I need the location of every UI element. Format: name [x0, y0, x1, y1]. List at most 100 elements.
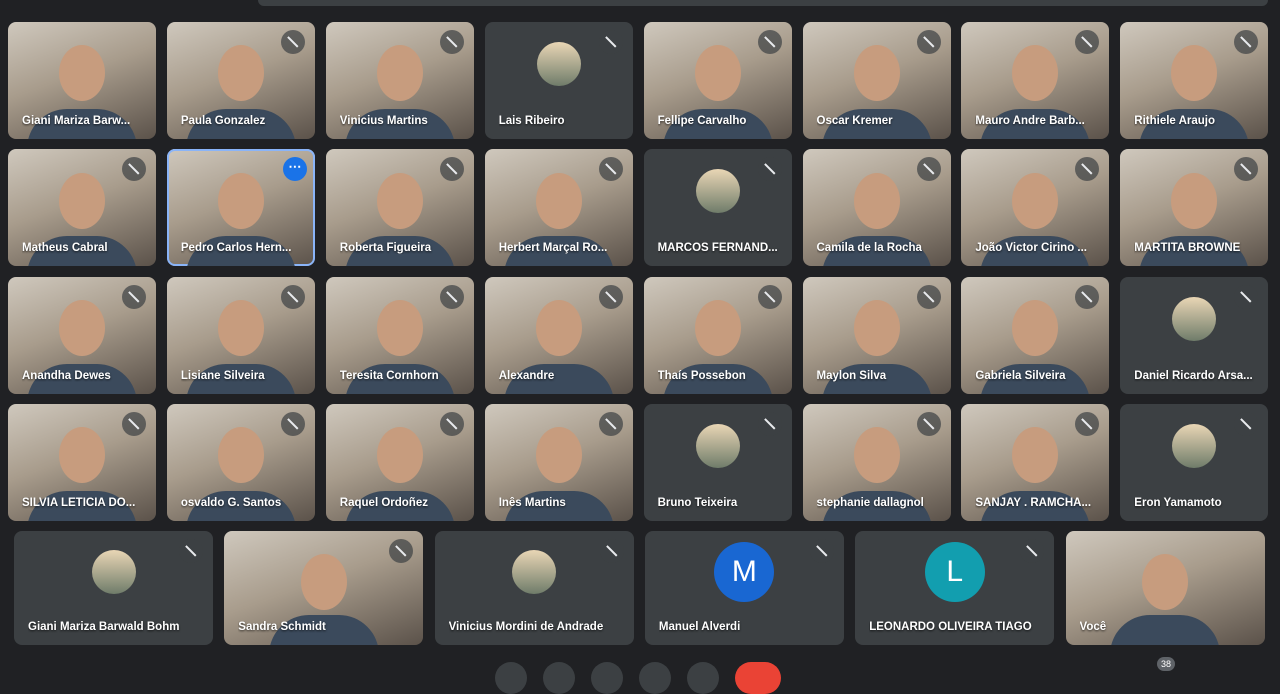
participant-tile[interactable]: Eron Yamamoto — [1120, 403, 1269, 521]
mic-off-icon — [757, 411, 782, 436]
participant-tile[interactable]: stephanie dallagnol — [802, 403, 951, 521]
participant-tile[interactable]: Giani Mariza Barwald Bohm — [14, 531, 213, 645]
participant-name: Lisiane Silveira — [180, 369, 265, 382]
mic-off-icon — [439, 411, 464, 436]
participant-tile[interactable]: Maylon Silva — [802, 276, 951, 394]
mic-off-icon — [598, 284, 623, 309]
mic-off-icon — [1234, 157, 1259, 182]
participant-name: Raquel Ordoñez — [339, 496, 428, 509]
participant-face — [853, 172, 900, 229]
participant-name: osvaldo G. Santos — [180, 496, 282, 509]
participant-tile[interactable]: SILVIA LETICIA DO... — [8, 403, 156, 521]
participant-name: Giani Mariza Barwald Bohm — [28, 621, 180, 633]
participant-name: Você — [1079, 621, 1107, 633]
participant-face — [1171, 172, 1218, 229]
mic-off-icon — [757, 157, 782, 182]
participant-tile[interactable]: Camila de la Rocha — [802, 149, 951, 267]
participant-face — [376, 299, 423, 356]
participant-tile[interactable]: Herbert Marçal Ro... — [484, 149, 633, 267]
participant-name: Pedro Carlos Hern... — [180, 242, 292, 255]
participant-name: Alexandre — [498, 369, 555, 382]
participant-tile[interactable]: Gabriela Silveira — [961, 276, 1110, 394]
participant-tile[interactable]: Teresita Cornhorn — [325, 276, 474, 394]
end-call-button[interactable] — [735, 662, 781, 694]
participant-tile[interactable]: Mauro Andre Barb... — [961, 22, 1110, 139]
participant-tile[interactable]: osvaldo G. Santos — [166, 403, 315, 521]
more-options-icon[interactable]: ⋯ — [282, 157, 307, 182]
participant-tile[interactable]: ⋯ Pedro Carlos Hern... — [166, 149, 315, 267]
captions-button[interactable] — [591, 662, 623, 694]
participant-count-badge[interactable]: 38 — [1157, 657, 1175, 671]
participant-tile[interactable]: M Manuel Alverdi — [644, 531, 844, 645]
mic-off-icon — [598, 411, 623, 436]
participant-tile[interactable]: Vinicius Martins — [325, 22, 474, 139]
participant-name: Thaís Possebon — [657, 369, 746, 382]
avatar — [512, 550, 557, 595]
participant-tile[interactable]: SANJAY . RAMCHA... — [961, 403, 1110, 521]
participant-face — [59, 299, 105, 356]
participant-tile[interactable]: Roberta Figueira — [325, 149, 474, 267]
participant-face — [853, 427, 900, 484]
participant-tile[interactable]: Anandha Dewes — [8, 276, 156, 394]
mic-button[interactable] — [495, 662, 527, 694]
participant-tile[interactable]: Raquel Ordoñez — [325, 403, 474, 521]
participant-tile[interactable]: Inês Martins — [484, 403, 633, 521]
participant-tile[interactable]: Matheus Cabral — [8, 149, 156, 267]
mic-off-icon — [389, 539, 414, 563]
participant-tile[interactable]: MARTITA BROWNE — [1120, 149, 1269, 267]
mic-off-icon — [1075, 284, 1100, 309]
participant-face — [694, 45, 741, 102]
participant-tile[interactable]: Bruno Teixeira — [643, 403, 792, 521]
participant-tile[interactable]: MARCOS FERNÁND... — [643, 149, 792, 267]
participant-name: Giani Mariza Barw... — [22, 115, 131, 127]
mic-off-icon — [916, 157, 941, 182]
participant-tile[interactable]: Vinicius Mordini de Andrade — [434, 531, 634, 645]
participant-face — [217, 45, 264, 102]
participant-name: Maylon Silva — [816, 369, 887, 382]
participant-tile[interactable]: L LEONARDO OLIVEIRA TIAGO — [855, 531, 1055, 645]
participant-name: Paula Gonzalez — [180, 115, 266, 127]
participant-tile[interactable]: Oscar Kremer — [802, 22, 951, 139]
participant-tile[interactable]: Alexandre — [484, 276, 633, 394]
mic-off-icon — [757, 30, 782, 54]
participant-name: LEONARDO OLIVEIRA TIAGO — [869, 621, 1032, 633]
mic-off-icon — [599, 539, 624, 563]
mic-off-icon — [122, 157, 146, 182]
participant-tile[interactable]: Rithiele Araujo — [1120, 22, 1269, 139]
participant-tile[interactable]: Giani Mariza Barw... — [8, 22, 156, 139]
participant-name: Vinicius Martins — [339, 115, 428, 127]
participant-tile[interactable]: Thaís Possebon — [643, 276, 792, 394]
avatar — [695, 169, 740, 214]
participant-face — [1012, 172, 1059, 229]
mic-off-icon — [1075, 30, 1100, 54]
participant-face — [59, 45, 105, 102]
participant-tile[interactable]: Fellipe Carvalho — [643, 22, 792, 139]
participant-tile[interactable]: Daniel Ricardo Arsa... — [1120, 276, 1269, 394]
participant-name: Anandha Dewes — [22, 369, 111, 382]
participant-tile[interactable]: Lisiane Silveira — [166, 276, 315, 394]
participant-tile[interactable]: Lais Ribeiro — [484, 22, 633, 139]
participant-tile[interactable]: Você — [1065, 531, 1265, 645]
participant-face — [853, 299, 900, 356]
camera-button[interactable] — [543, 662, 575, 694]
participant-face — [1171, 45, 1218, 102]
mic-off-icon — [122, 411, 146, 436]
participant-face — [376, 427, 423, 484]
participant-name: Oscar Kremer — [816, 115, 893, 127]
mic-off-icon — [179, 539, 203, 563]
raise-hand-button[interactable] — [639, 662, 671, 694]
participant-tile[interactable]: Sandra Schmidt — [224, 531, 424, 645]
participant-face — [1012, 427, 1059, 484]
participant-name: MARCOS FERNÁND... — [657, 242, 778, 255]
participant-face — [535, 427, 582, 484]
participant-name: Lais Ribeiro — [498, 115, 565, 127]
mic-off-icon — [1020, 539, 1045, 563]
participant-tile[interactable]: Paula Gonzalez — [166, 22, 315, 139]
present-button[interactable] — [687, 662, 719, 694]
participant-tile[interactable]: João Victor Cirino ... — [961, 149, 1110, 267]
meeting-controls — [495, 662, 781, 694]
participant-face — [853, 45, 900, 102]
participant-name: Camila de la Rocha — [816, 242, 922, 255]
participant-name: Manuel Alverdi — [658, 621, 741, 633]
avatar-letter: M — [714, 542, 775, 603]
